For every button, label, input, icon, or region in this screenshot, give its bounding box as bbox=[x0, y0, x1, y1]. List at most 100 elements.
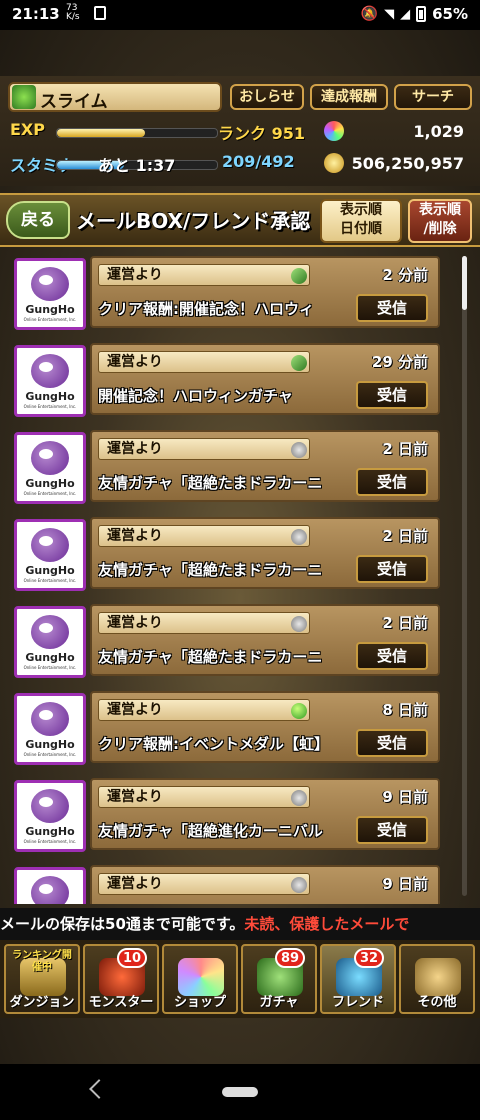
mail-sender: 運営より bbox=[98, 612, 310, 634]
dragon-icon bbox=[291, 355, 307, 371]
tab-shop[interactable]: ショップ bbox=[162, 944, 238, 1014]
silver-egg-icon bbox=[291, 877, 307, 893]
gungho-logo-icon: GungHo Online Entertainment, Inc. bbox=[14, 606, 86, 678]
gungho-logo-text: GungHo bbox=[25, 303, 75, 316]
silver-egg-icon bbox=[291, 790, 307, 806]
gungho-logo-icon: GungHo Online Entertainment, Inc. bbox=[14, 258, 86, 330]
receive-button[interactable]: 受信 bbox=[356, 294, 428, 322]
mail-list[interactable]: GungHo Online Entertainment, Inc. 運営より 2… bbox=[0, 250, 480, 904]
gungho-logo-subtext: Online Entertainment, Inc. bbox=[23, 317, 77, 322]
tab-label: ガチャ bbox=[259, 995, 299, 1010]
gungho-logo-subtext: Online Entertainment, Inc. bbox=[23, 404, 77, 409]
gungho-mark bbox=[31, 441, 69, 475]
back-button[interactable]: 戻る bbox=[6, 201, 70, 239]
status-bar: 21:13 73 K/s 🔕 ◥ ◢ 65% bbox=[0, 0, 480, 30]
receive-button[interactable]: 受信 bbox=[356, 816, 428, 844]
exp-bar-fill bbox=[57, 129, 145, 137]
gungho-logo-icon: GungHo Online Entertainment, Inc. bbox=[14, 432, 86, 504]
bottom-tab-bar: ランキング開催中 ダンジョン 10 モンスター ショップ 89 ガチャ 32 フレンド その他 bbox=[0, 940, 480, 1018]
mail-age: 9 日前 bbox=[382, 788, 428, 806]
mail-row[interactable]: GungHo Online Entertainment, Inc. 運営より 2… bbox=[14, 341, 444, 421]
gungho-logo-icon: GungHo Online Entertainment, Inc. bbox=[14, 867, 86, 904]
mail-card[interactable]: 運営より 2 日前 友情ガチャ「超絶たまドラカーニ 受信 bbox=[90, 604, 440, 676]
receive-button[interactable]: 受信 bbox=[356, 729, 428, 757]
tab-friend[interactable]: 32 フレンド bbox=[320, 944, 396, 1014]
tab-label: その他 bbox=[417, 995, 457, 1010]
gungho-mark bbox=[31, 354, 69, 388]
news-button[interactable]: おしらせ bbox=[230, 84, 304, 110]
achievement-button[interactable]: 達成報酬 bbox=[310, 84, 388, 110]
mail-row[interactable]: GungHo Online Entertainment, Inc. 運営より 2… bbox=[14, 254, 444, 334]
gungho-mark bbox=[31, 702, 69, 736]
mail-sender-label: 運営より bbox=[107, 876, 163, 892]
mail-row[interactable]: GungHo Online Entertainment, Inc. 運営より 2… bbox=[14, 428, 444, 508]
mail-subject: 友情ガチャ「超絶たまドラカーニ bbox=[98, 561, 323, 579]
nav-home-pill[interactable] bbox=[222, 1087, 258, 1097]
mail-card[interactable]: 運営より 9 日前 友情ガチャ「超絶進化カーニバル 受信 bbox=[90, 778, 440, 850]
mail-subject: クリア報酬:開催記念！ハロウィ bbox=[98, 300, 315, 318]
mail-row[interactable]: GungHo Online Entertainment, Inc. 運営より 2… bbox=[14, 515, 444, 595]
nav-back-icon[interactable] bbox=[89, 1079, 109, 1099]
mail-sender-label: 運営より bbox=[107, 615, 163, 631]
gungho-logo-text: GungHo bbox=[25, 738, 75, 751]
receive-button[interactable]: 受信 bbox=[356, 642, 428, 670]
gungho-logo-subtext: Online Entertainment, Inc. bbox=[23, 578, 77, 583]
tab-monster[interactable]: 10 モンスター bbox=[83, 944, 159, 1014]
mailbox-header: 戻る メールBOX/フレンド承認 表示順 日付順 表示順 /削除 bbox=[0, 193, 480, 247]
mail-card[interactable]: 運営より 9 日前 bbox=[90, 865, 440, 904]
sort-order-display[interactable]: 表示順 日付順 bbox=[320, 199, 402, 243]
mail-card[interactable]: 運営より 2 日前 友情ガチャ「超絶たまドラカーニ 受信 bbox=[90, 430, 440, 502]
mail-sender: 運営より bbox=[98, 264, 310, 286]
gungho-mark bbox=[31, 528, 69, 562]
mail-subject: クリア報酬:イベントメダル【虹】 bbox=[98, 735, 330, 753]
gungho-logo-icon: GungHo Online Entertainment, Inc. bbox=[14, 345, 86, 417]
receive-button[interactable]: 受信 bbox=[356, 555, 428, 583]
dragon-icon bbox=[291, 268, 307, 284]
mail-sender-label: 運営より bbox=[107, 354, 163, 370]
mail-row[interactable]: GungHo Online Entertainment, Inc. 運営より 9… bbox=[14, 863, 444, 904]
mail-row[interactable]: GungHo Online Entertainment, Inc. 運営より 2… bbox=[14, 602, 444, 682]
ranking-ribbon: ランキング開催中 bbox=[12, 950, 72, 973]
mail-sender: 運営より bbox=[98, 525, 310, 547]
gungho-mark bbox=[31, 267, 69, 301]
mail-age: 2 日前 bbox=[382, 614, 428, 632]
tab-other[interactable]: その他 bbox=[399, 944, 475, 1014]
mail-card[interactable]: 運営より 8 日前 クリア報酬:イベントメダル【虹】 受信 bbox=[90, 691, 440, 763]
mail-age: 2 日前 bbox=[382, 527, 428, 545]
mail-sender: 運営より bbox=[98, 351, 310, 373]
tab-dungeon[interactable]: ランキング開催中 ダンジョン bbox=[4, 944, 80, 1014]
stamina-value: 209/492 bbox=[222, 152, 295, 171]
signal-icon: ◢ bbox=[400, 6, 411, 22]
mail-row[interactable]: GungHo Online Entertainment, Inc. 運営より 8… bbox=[14, 689, 444, 769]
mail-row[interactable]: GungHo Online Entertainment, Inc. 運営より 9… bbox=[14, 776, 444, 856]
receive-button[interactable]: 受信 bbox=[356, 468, 428, 496]
scrollbar-thumb[interactable] bbox=[462, 256, 467, 310]
green-egg-icon bbox=[291, 703, 307, 719]
notice-warning-text: 未読、保護したメールで bbox=[244, 915, 410, 933]
battery-level: 65% bbox=[432, 5, 468, 23]
mail-age: 29 分前 bbox=[371, 353, 428, 371]
tab-gacha[interactable]: 89 ガチャ bbox=[241, 944, 317, 1014]
mail-card[interactable]: 運営より 2 分前 クリア報酬:開催記念！ハロウィ 受信 bbox=[90, 256, 440, 328]
search-button[interactable]: サーチ bbox=[394, 84, 472, 110]
mail-age: 8 日前 bbox=[382, 701, 428, 719]
tab-label: フレンド bbox=[331, 995, 384, 1010]
notification-icon bbox=[94, 6, 106, 20]
network-speed: 73 K/s bbox=[66, 3, 80, 22]
receive-button[interactable]: 受信 bbox=[356, 381, 428, 409]
sort-delete-button[interactable]: 表示順 /削除 bbox=[408, 199, 472, 243]
gungho-mark bbox=[31, 876, 69, 904]
silver-egg-icon bbox=[291, 616, 307, 632]
mail-sender: 運営より bbox=[98, 786, 310, 808]
mail-card[interactable]: 運営より 2 日前 友情ガチャ「超絶たまドラカーニ 受信 bbox=[90, 517, 440, 589]
tab-label: モンスター bbox=[88, 995, 154, 1010]
magic-stone-icon bbox=[324, 121, 344, 141]
gungho-logo-text: GungHo bbox=[25, 477, 75, 490]
scroll-track bbox=[462, 256, 467, 896]
mail-card[interactable]: 運営より 29 分前 開催記念！ハロウィンガチャ 受信 bbox=[90, 343, 440, 415]
player-name-box[interactable]: スライム bbox=[8, 82, 222, 112]
mail-subject: 友情ガチャ「超絶たまドラカーニ bbox=[98, 474, 323, 492]
stamina-line: スタミナ あと 1:37 209/492 506,250,957 bbox=[0, 150, 480, 178]
gungho-logo-subtext: Online Entertainment, Inc. bbox=[23, 752, 77, 757]
gungho-mark bbox=[31, 615, 69, 649]
